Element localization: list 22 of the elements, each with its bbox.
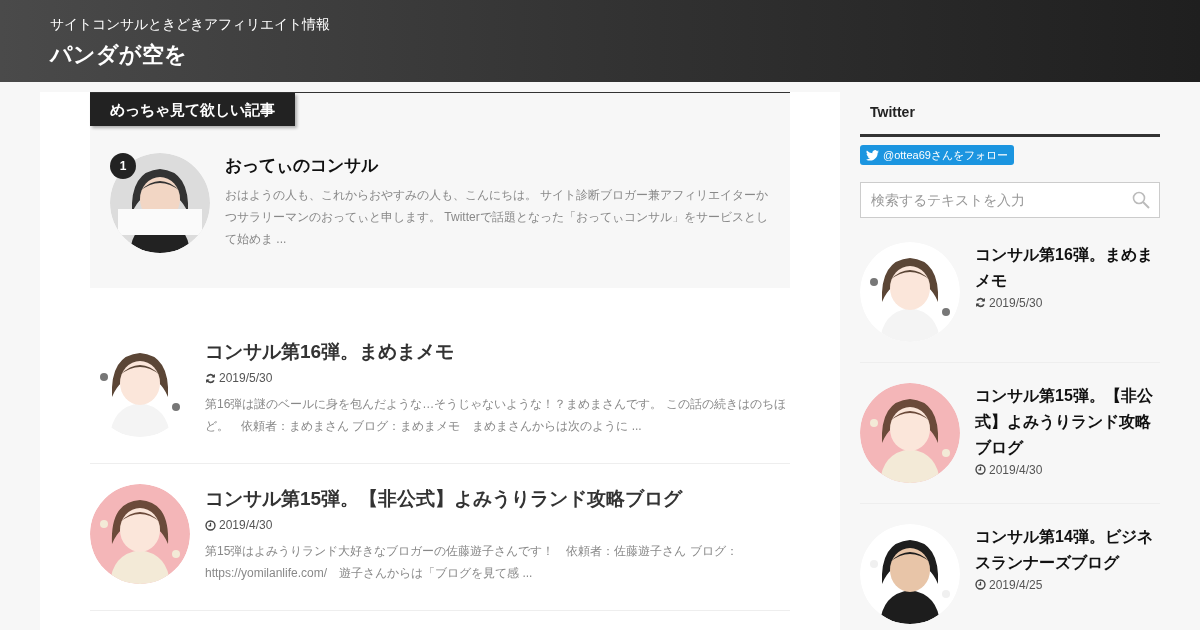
post-title[interactable]: コンサル第16弾。まめまメモ (205, 337, 790, 367)
post-title[interactable]: コンサル第16弾。まめまメモ (975, 241, 1160, 294)
widget-title: Twitter (860, 92, 1160, 137)
post-date: 2019/5/30 (219, 370, 273, 387)
rank-badge: 1 (110, 153, 136, 179)
bird-icon (866, 149, 879, 161)
post-excerpt: 第16弾は謎のベールに身を包んだような…そうじゃないような！？まめまさんです。 この話の続きはのちほど。 依頼者：まめまさん ブログ：まめまメモ まめまさんからは次のように ... (205, 396, 787, 435)
site-title[interactable]: パンダが空を (50, 40, 1150, 70)
post-date: 2019/4/25 (989, 576, 1043, 594)
post-title[interactable]: おってぃのコンサル (225, 154, 770, 178)
post-excerpt: 第15弾はよみうりランド大好きなブロガーの佐藤遊子さんです！ 依頼者：佐藤遊子さん ブログ：https://yomilanlife.com/ 遊子さんからは「ブログを見て感 ... (205, 543, 739, 582)
post-date: 2019/4/30 (219, 517, 273, 534)
search-field[interactable]: 検索するテキストを入力 (860, 181, 1160, 218)
post-title[interactable]: コンサル第15弾。【非公式】よみうりランド攻略ブログ (975, 382, 1160, 461)
post-date: 2019/4/30 (989, 461, 1043, 479)
post-excerpt: おはようの人も、これからおやすみの人も、こんにちは。 サイト診断ブロガー兼アフィリエイターかつサラリーマンのおってぃと申します。 Twitterで話題となった「おってぃコンサル」をサービスとして始めま ... (225, 187, 770, 248)
post-title[interactable]: コンサル第14弾。ビジネスランナーズブログ (975, 523, 1160, 576)
site-tagline: サイトコンサルときどきアフィリエイト情報 (50, 15, 331, 34)
search-icon[interactable] (1132, 190, 1150, 209)
post-title[interactable]: コンサル第15弾。【非公式】よみうりランド攻略ブログ (205, 484, 790, 514)
featured-label: めっちゃ見て欲しい記事 (90, 93, 295, 126)
post-date: 2019/5/30 (989, 294, 1043, 312)
